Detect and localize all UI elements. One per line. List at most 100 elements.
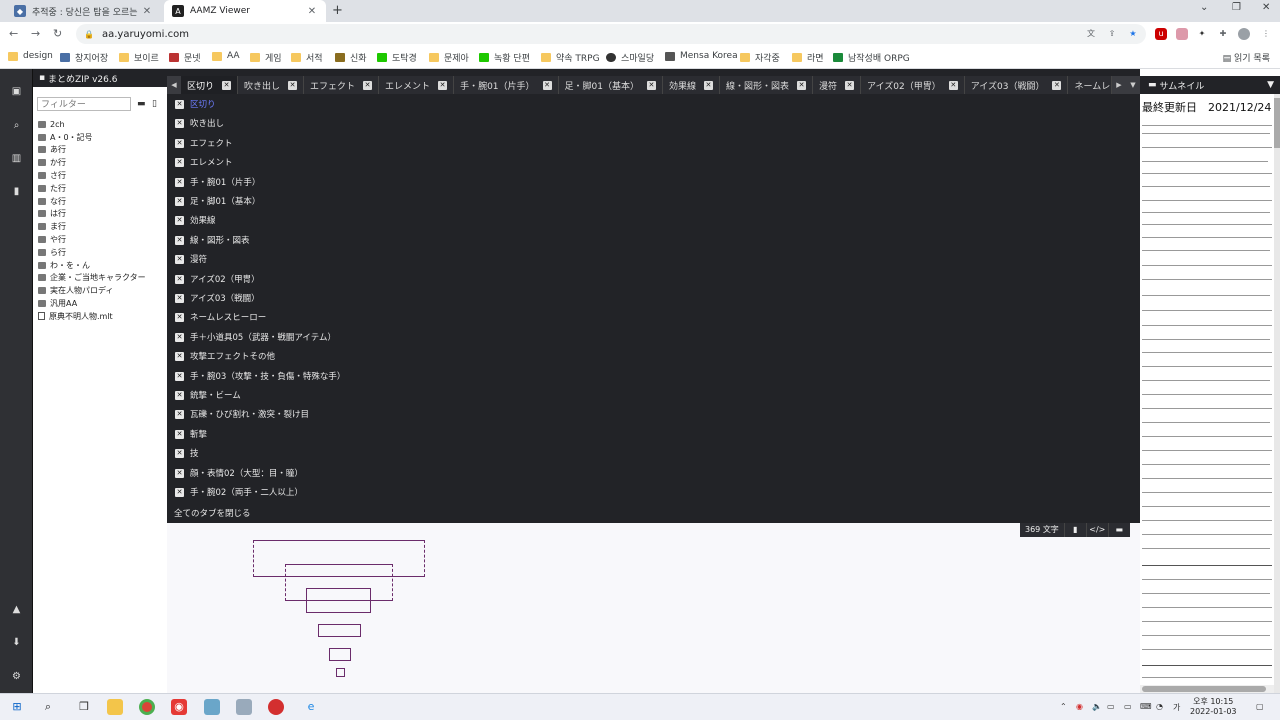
tree-item[interactable]: や行 [38, 233, 146, 246]
tree-item[interactable]: 企業・ご当地キャラクター [38, 272, 146, 285]
close-tab-icon[interactable]: ✕ [222, 80, 232, 90]
close-icon[interactable]: ✕ [175, 312, 184, 322]
bookmark-item[interactable]: 서적 [291, 51, 323, 64]
aa-tab[interactable]: アイズ02（甲冑） ✕ [861, 76, 965, 94]
ublock-icon[interactable]: u [1155, 28, 1167, 40]
close-icon[interactable]: ✕ [175, 468, 184, 478]
close-icon[interactable]: ✕ [175, 351, 184, 361]
search-icon[interactable]: ⌕ [40, 699, 56, 715]
tab-scroll-right-icon[interactable]: ▶ [1112, 76, 1126, 94]
dropdown-item[interactable]: ✕ ネームレスヒーロー [175, 311, 266, 323]
bookmark-item[interactable]: design [8, 51, 53, 61]
search-icon[interactable]: ⌕ [11, 120, 22, 131]
close-icon[interactable]: ✕ [175, 409, 184, 419]
reload-icon[interactable]: ↻ [53, 27, 62, 40]
notification-icon[interactable]: ▢ [1256, 702, 1264, 711]
aa-tab[interactable]: 手・腕01（片手） ✕ [454, 76, 559, 94]
dropdown-item[interactable]: ✕ 手・腕03（攻撃・技・負傷・特殊な手） [175, 370, 345, 382]
dropdown-item[interactable]: ✕ アイズ02（甲冑） [175, 273, 260, 285]
download-icon[interactable]: ⬇ [11, 637, 22, 648]
dropdown-item[interactable]: ✕ 区切り [175, 98, 216, 110]
bookmark-item[interactable]: 녹황 단편 [479, 51, 530, 64]
task-view-icon[interactable]: ❒ [76, 699, 92, 715]
close-tab-icon[interactable]: ✕ [646, 80, 656, 90]
bookmark-item[interactable]: 문제아 [429, 51, 469, 64]
close-tab-icon[interactable]: ✕ [438, 80, 448, 90]
tree-item[interactable]: わ・を・ん [38, 259, 146, 272]
translate-icon[interactable]: 文 [1085, 28, 1097, 40]
close-icon[interactable]: ✕ [175, 177, 184, 187]
network-icon[interactable]: ◔ [1156, 702, 1163, 711]
aa-tab[interactable]: エレメント ✕ [379, 76, 455, 94]
close-icon[interactable]: ✕ [175, 235, 184, 245]
scrollbar-thumb[interactable] [1274, 98, 1280, 148]
dropdown-item[interactable]: ✕ 足・脚01（基本） [175, 195, 260, 207]
dropdown-item[interactable]: ✕ 吹き出し [175, 117, 224, 129]
volume-icon[interactable]: 🔈 [1092, 702, 1102, 711]
chevron-up-icon[interactable]: ⌃ [1060, 702, 1067, 711]
aa-tab[interactable]: アイズ03（戦闘） ✕ [965, 76, 1069, 94]
bookmark-item[interactable]: Mensa Korea [665, 51, 738, 61]
close-tab-icon[interactable]: ✕ [288, 80, 298, 90]
aa-tab[interactable]: 吹き出し ✕ [238, 76, 305, 94]
close-icon[interactable]: ✕ [175, 215, 184, 225]
menu-icon[interactable]: ⋮ [1260, 28, 1272, 40]
tree-item[interactable]: た行 [38, 182, 146, 195]
dropdown-item[interactable]: ✕ 攻撃エフェクトその他 [175, 350, 275, 362]
gear-icon[interactable]: ⚙ [11, 671, 22, 682]
share-icon[interactable]: ⇪ [1106, 28, 1118, 40]
puzzle-icon[interactable]: ✚ [1217, 28, 1229, 40]
dropdown-item[interactable]: ✕ 手・腕01（片手） [175, 176, 260, 188]
chrome-icon[interactable] [139, 699, 155, 715]
keyboard-icon[interactable]: ⌨ [1140, 702, 1152, 711]
close-all-tabs-button[interactable]: 全てのタブを閉じる [174, 507, 251, 519]
bookmark-item[interactable]: 신화 [335, 51, 367, 64]
close-icon[interactable]: ✕ [175, 448, 184, 458]
dropdown-item[interactable]: ✕ 顔・表情02（大型：目・瞳） [175, 467, 303, 479]
restore-icon[interactable]: ❐ [1232, 2, 1241, 13]
dropdown-item[interactable]: ✕ 斬撃 [175, 428, 207, 440]
chevron-down-icon[interactable]: ▼ [1267, 80, 1274, 90]
back-icon[interactable]: ← [9, 27, 18, 40]
aa-tab[interactable]: 線・図形・図表 ✕ [720, 76, 813, 94]
code-icon[interactable]: </> [1085, 523, 1108, 537]
ime-icon[interactable]: 가 [1173, 702, 1180, 713]
browser-tab-1[interactable]: ◆ 추적중 : 당신은 탑을 오르는 것 ✕ [6, 0, 161, 22]
bookmark-item[interactable]: 게임 [250, 51, 282, 64]
tree-item[interactable]: ら行 [38, 246, 146, 259]
chevron-down-icon[interactable]: ⌄ [1200, 2, 1208, 13]
app-icon[interactable] [204, 699, 220, 715]
close-icon[interactable]: ✕ [175, 487, 184, 497]
file-explorer-icon[interactable] [107, 699, 123, 715]
close-icon[interactable]: ✕ [175, 332, 184, 342]
aa-tab[interactable]: 区切り ✕ [181, 76, 239, 94]
tree-item[interactable]: A・0・記号 [38, 131, 146, 144]
dropdown-item[interactable]: ✕ 瓦礫・ひび割れ・激突・裂け目 [175, 408, 309, 420]
close-icon[interactable]: ✕ [175, 254, 184, 264]
aa-canvas[interactable] [167, 523, 1140, 693]
bookmark-icon[interactable]: ▮ [11, 186, 22, 197]
close-tab-icon[interactable]: ✕ [797, 80, 806, 90]
thumbnail-scrollbar[interactable] [1274, 94, 1280, 693]
bookmark-item[interactable]: 약속 TRPG [541, 51, 600, 64]
tree-item[interactable]: ま行 [38, 220, 146, 233]
file-icon[interactable]: ▣ [11, 86, 22, 97]
bookmark-item[interactable]: 도탁경 [377, 51, 417, 64]
dropdown-item[interactable]: ✕ エレメント [175, 156, 233, 168]
file-icon[interactable]: ▯ [152, 99, 157, 109]
bookmark-item[interactable]: 스마일당 [606, 51, 654, 64]
close-icon[interactable]: ✕ [175, 371, 184, 381]
tray-icon[interactable]: ▭ [1124, 702, 1132, 711]
tree-item[interactable]: は行 [38, 208, 146, 221]
close-icon[interactable]: ✕ [175, 196, 184, 206]
close-icon[interactable]: ✕ [175, 157, 184, 167]
forward-icon[interactable]: → [31, 27, 40, 40]
close-tab-icon[interactable]: ✕ [141, 6, 153, 17]
tree-item[interactable]: か行 [38, 156, 146, 169]
new-tab-button[interactable]: + [332, 3, 343, 18]
tree-item[interactable]: あ行 [38, 144, 146, 157]
dropdown-item[interactable]: ✕ 線・図形・図表 [175, 234, 250, 246]
bookmark-item[interactable]: 남작성배 ORPG [833, 51, 910, 64]
close-tab-icon[interactable]: ✕ [363, 80, 373, 90]
reading-list-button[interactable]: ▤ 읽기 목록 [1223, 51, 1270, 64]
